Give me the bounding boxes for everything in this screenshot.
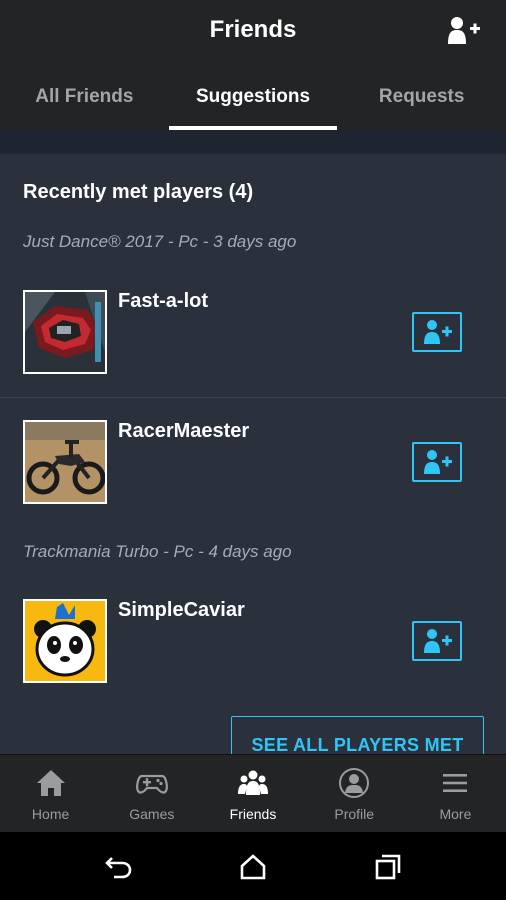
player-name[interactable]: RacerMaester bbox=[118, 420, 249, 443]
recents-icon[interactable] bbox=[373, 852, 403, 882]
home-icon[interactable] bbox=[238, 852, 268, 882]
bottom-nav: Home Games Friends Profile More bbox=[0, 754, 506, 832]
page-title: Friends bbox=[209, 16, 297, 43]
gamepad-icon bbox=[135, 774, 168, 794]
panda-avatar[interactable] bbox=[23, 599, 107, 683]
profile-icon bbox=[339, 768, 370, 798]
tab-suggestions[interactable]: Suggestions bbox=[168, 70, 338, 130]
nav-profile[interactable]: Profile bbox=[304, 755, 405, 832]
top-bar: Friends All Friends Suggestions Requests bbox=[0, 0, 506, 130]
friends-icon bbox=[238, 770, 268, 795]
see-all-players-button[interactable]: SEE ALL PLAYERS MET bbox=[231, 716, 484, 754]
add-friend-button[interactable] bbox=[412, 442, 462, 482]
nav-home[interactable]: Home bbox=[0, 755, 101, 832]
game-label: Trackmania Turbo - Pc - 4 days ago bbox=[23, 542, 292, 561]
car-avatar[interactable] bbox=[23, 290, 107, 374]
tab-all-friends[interactable]: All Friends bbox=[0, 70, 169, 130]
list-item[interactable]: Fast-a-lot bbox=[0, 290, 506, 420]
divider bbox=[0, 397, 506, 398]
home-icon bbox=[36, 770, 65, 796]
nav-label: Home bbox=[31, 806, 70, 822]
back-icon[interactable] bbox=[104, 852, 134, 882]
nav-friends[interactable]: Friends bbox=[202, 755, 303, 832]
motorbike-avatar[interactable] bbox=[23, 420, 107, 504]
list-item[interactable]: RacerMaester bbox=[0, 420, 506, 550]
add-friend-button[interactable] bbox=[412, 621, 462, 661]
tab-requests[interactable]: Requests bbox=[337, 70, 506, 130]
header-shadow bbox=[0, 130, 506, 154]
nav-games[interactable]: Games bbox=[101, 755, 202, 832]
nav-more[interactable]: More bbox=[405, 755, 506, 832]
tab-bar: All Friends Suggestions Requests bbox=[0, 70, 506, 130]
menu-icon bbox=[443, 774, 468, 792]
list-item[interactable]: SimpleCaviar bbox=[0, 599, 506, 729]
add-person-icon[interactable] bbox=[446, 14, 482, 50]
system-nav-bar bbox=[0, 832, 506, 900]
add-friend-button[interactable] bbox=[412, 312, 462, 352]
nav-label: Friends bbox=[229, 806, 277, 822]
player-name[interactable]: Fast-a-lot bbox=[118, 290, 208, 313]
section-title: Recently met players (4) bbox=[23, 181, 254, 203]
game-label: Just Dance® 2017 - Pc - 3 days ago bbox=[23, 232, 297, 251]
player-name[interactable]: SimpleCaviar bbox=[118, 599, 245, 622]
nav-label: Games bbox=[129, 806, 175, 822]
nav-label: More bbox=[439, 806, 472, 822]
suggestions-list[interactable]: Recently met players (4) Just Dance® 201… bbox=[0, 154, 506, 754]
nav-label: Profile bbox=[334, 806, 375, 822]
